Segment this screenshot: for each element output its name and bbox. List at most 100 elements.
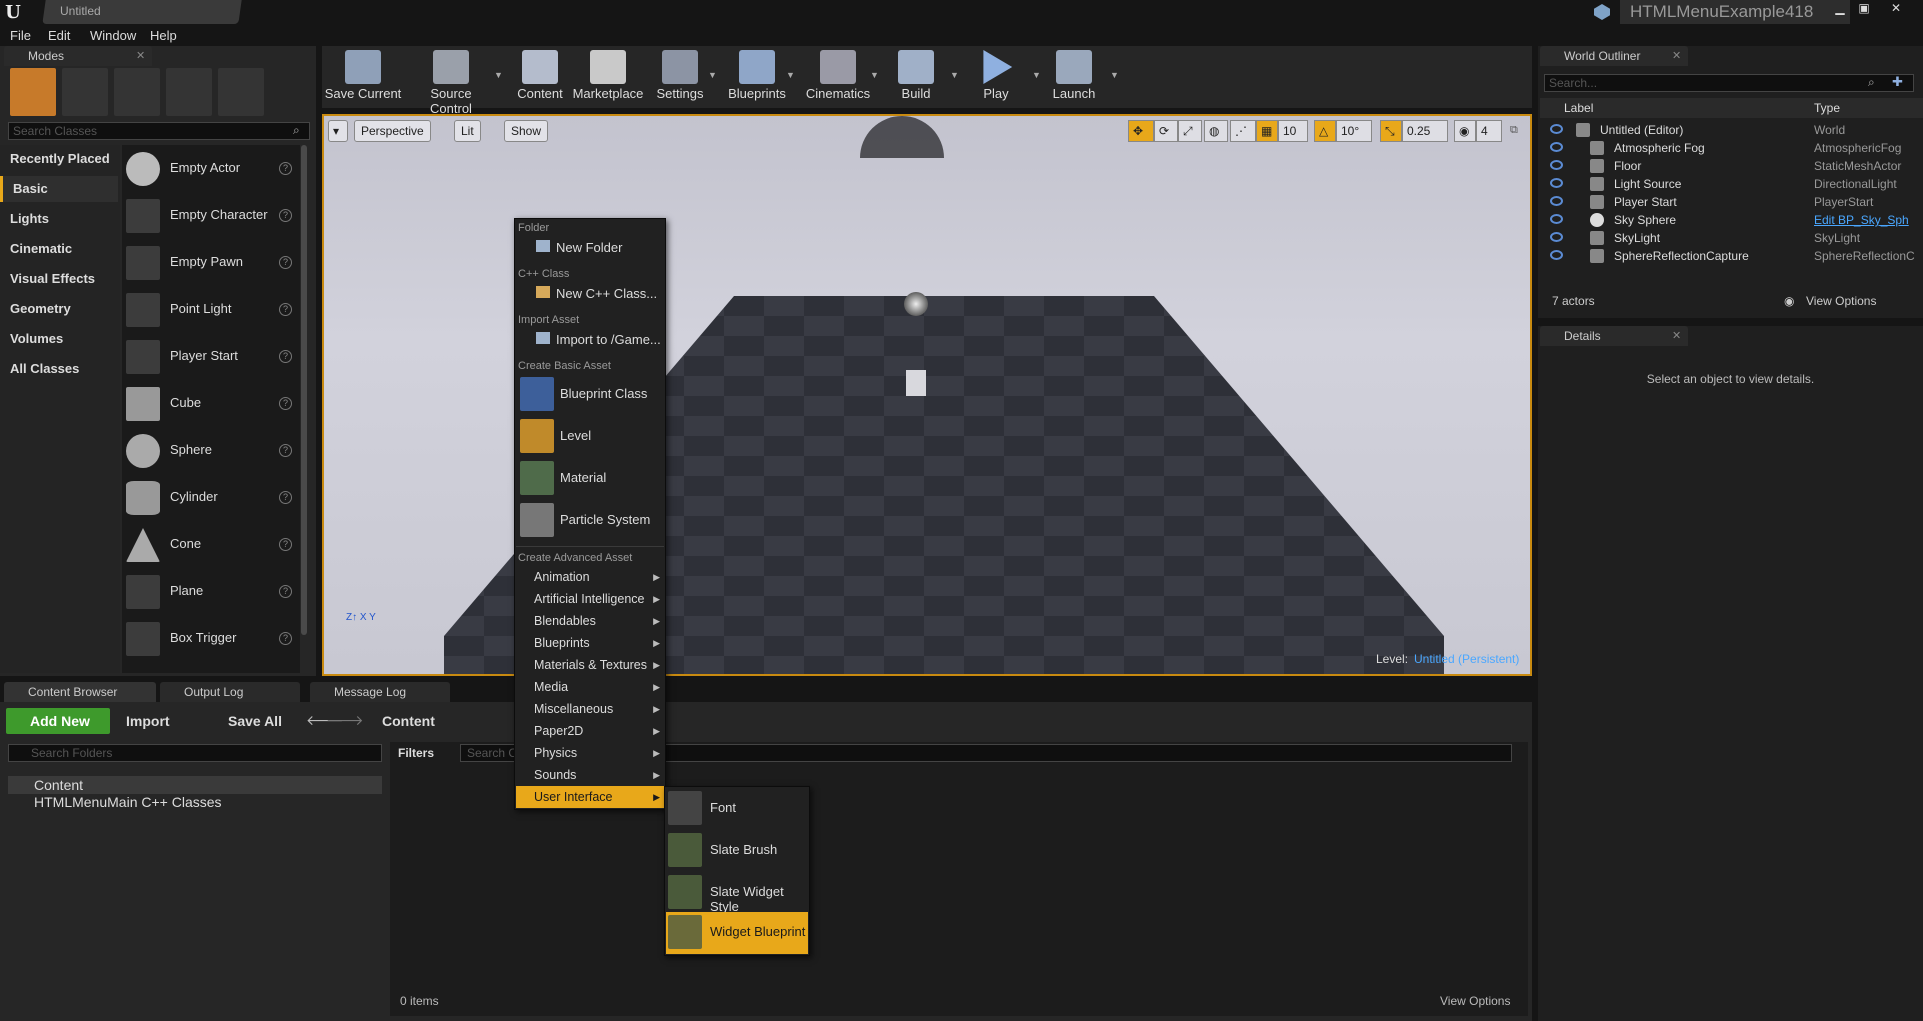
menu-file[interactable]: File — [10, 26, 31, 46]
folder-item-content[interactable]: Content — [8, 776, 382, 794]
help-icon[interactable]: ? — [279, 209, 292, 222]
category-cinematic[interactable]: Cinematic — [0, 236, 118, 262]
outliner-row[interactable]: Player Start PlayerStart — [1540, 193, 1923, 211]
eye-icon[interactable] — [1550, 214, 1563, 224]
grid-snap-icon[interactable]: ▦ — [1256, 120, 1278, 142]
close-window-button[interactable]: ✕ — [1884, 0, 1908, 16]
content-button[interactable]: Content — [512, 48, 568, 106]
submenu-materials-textures[interactable]: Materials & Textures ▶ — [516, 654, 664, 676]
help-icon[interactable]: ? — [279, 256, 292, 269]
outliner-row[interactable]: Untitled (Editor) World — [1540, 121, 1923, 139]
eye-icon[interactable] — [1550, 250, 1563, 260]
geometry-mode-icon[interactable] — [218, 68, 264, 116]
path-content[interactable]: Content — [382, 713, 435, 729]
rotation-snap-value[interactable]: 10° — [1336, 120, 1372, 142]
outliner-row[interactable]: Light Source DirectionalLight — [1540, 175, 1923, 193]
column-type[interactable]: Type — [1814, 101, 1840, 115]
class-item[interactable]: Player Start? — [122, 334, 300, 380]
settings-button[interactable]: Settings — [648, 48, 712, 106]
level-viewport[interactable]: Z↑ X Y — [322, 114, 1532, 676]
search-folders-input[interactable]: Search Folders — [8, 744, 382, 762]
chevron-down-icon[interactable]: ▼ — [1110, 70, 1119, 80]
level-item[interactable]: Level — [518, 416, 664, 456]
eye-icon[interactable] — [1550, 196, 1563, 206]
paint-mode-icon[interactable] — [62, 68, 108, 116]
column-label[interactable]: Label — [1564, 101, 1593, 115]
save-all-button[interactable]: Save All — [228, 713, 282, 729]
submenu-animation[interactable]: Animation ▶ — [516, 566, 664, 588]
sky-sphere-icon[interactable] — [904, 292, 928, 316]
import-button[interactable]: Import — [126, 713, 170, 729]
class-item[interactable]: Cone? — [122, 522, 300, 568]
perspective-button[interactable]: Perspective — [354, 120, 431, 142]
class-item[interactable]: Point Light? — [122, 287, 300, 333]
landscape-mode-icon[interactable] — [114, 68, 160, 116]
place-mode-icon[interactable] — [10, 68, 56, 116]
launch-button[interactable]: Launch — [1044, 48, 1104, 106]
tab-details[interactable]: Details — [1540, 326, 1688, 346]
modes-scrollbar[interactable] — [301, 145, 307, 635]
help-icon[interactable]: ? — [279, 350, 292, 363]
cb-view-options[interactable]: View Options — [1440, 994, 1510, 1008]
submenu-blendables[interactable]: Blendables ▶ — [516, 610, 664, 632]
chevron-down-icon[interactable]: ▼ — [870, 70, 879, 80]
slate-brush-item[interactable]: Slate Brush — [666, 830, 808, 870]
maximize-viewport-icon[interactable]: ⧉ — [1510, 124, 1518, 137]
world-local-icon[interactable]: ◍ — [1204, 120, 1228, 142]
new-folder-item[interactable]: New Folder — [556, 240, 622, 255]
help-icon[interactable]: ? — [279, 585, 292, 598]
translate-icon[interactable]: ✥ — [1128, 120, 1154, 142]
minimize-button[interactable]: ▁ — [1828, 0, 1852, 16]
class-item[interactable]: Empty Pawn? — [122, 240, 300, 286]
add-icon[interactable]: ✚ — [1892, 74, 1903, 90]
menu-help[interactable]: Help — [150, 26, 177, 46]
outliner-row[interactable]: SphereReflectionCapture SphereReflectionC — [1540, 247, 1923, 265]
class-item[interactable]: Cylinder? — [122, 475, 300, 521]
close-icon[interactable]: ✕ — [136, 49, 145, 62]
particle-system-item[interactable]: Particle System — [518, 500, 664, 540]
maximize-button[interactable]: ▣ — [1852, 0, 1876, 16]
source-control-button[interactable]: Source Control — [408, 48, 494, 116]
class-item[interactable]: Plane? — [122, 569, 300, 615]
import-to-game-item[interactable]: Import to /Game... — [556, 332, 661, 347]
surface-snap-icon[interactable]: ⋰ — [1230, 120, 1256, 142]
eye-icon[interactable] — [1550, 232, 1563, 242]
category-lights[interactable]: Lights — [0, 206, 118, 232]
rotate-icon[interactable]: ⟳ — [1154, 120, 1178, 142]
folder-item-cpp-classes[interactable]: HTMLMenuMain C++ Classes — [34, 794, 222, 810]
camera-speed-icon[interactable]: ◉ — [1454, 120, 1476, 142]
grid-size-value[interactable]: 10 — [1278, 120, 1308, 142]
submenu-user-interface[interactable]: User Interface ▶ — [516, 786, 664, 808]
class-item[interactable]: Empty Character? — [122, 193, 300, 239]
new-cpp-class-item[interactable]: New C++ Class... — [556, 286, 657, 301]
play-button[interactable]: Play — [966, 48, 1026, 106]
build-button[interactable]: Build — [886, 48, 946, 106]
cinematics-button[interactable]: Cinematics — [802, 48, 874, 106]
submenu-physics[interactable]: Physics ▶ — [516, 742, 664, 764]
blueprints-button[interactable]: Blueprints — [722, 48, 792, 106]
chevron-down-icon[interactable]: ▼ — [494, 70, 503, 80]
outliner-view-options[interactable]: View Options — [1806, 294, 1876, 308]
eye-icon[interactable] — [1550, 160, 1563, 170]
scale-snap-icon[interactable]: ⤡ — [1380, 120, 1402, 142]
category-recently-placed[interactable]: Recently Placed — [0, 146, 118, 172]
category-volumes[interactable]: Volumes — [0, 326, 118, 352]
menu-edit[interactable]: Edit — [48, 26, 70, 46]
class-item[interactable]: Sphere? — [122, 428, 300, 474]
slate-widget-style-item[interactable]: Slate Widget Style — [666, 872, 808, 914]
tab-world-outliner[interactable]: World Outliner — [1540, 46, 1688, 66]
tab-message-log[interactable]: Message Log — [310, 682, 450, 702]
add-new-button[interactable]: Add New — [6, 708, 110, 734]
search-classes-input[interactable]: Search Classes — [8, 122, 310, 140]
close-icon[interactable]: ✕ — [1672, 49, 1681, 62]
category-all-classes[interactable]: All Classes — [0, 356, 118, 382]
edit-blueprint-link[interactable]: Edit BP_Sky_Sph — [1814, 213, 1909, 227]
tab-output-log[interactable]: Output Log — [160, 682, 300, 702]
chevron-down-icon[interactable]: ▼ — [786, 70, 795, 80]
help-icon[interactable]: ? — [279, 632, 292, 645]
close-icon[interactable]: ✕ — [1672, 329, 1681, 342]
category-geometry[interactable]: Geometry — [0, 296, 118, 322]
submenu-media[interactable]: Media ▶ — [516, 676, 664, 698]
help-icon[interactable]: ? — [279, 162, 292, 175]
marketplace-button[interactable]: Marketplace — [570, 48, 646, 106]
